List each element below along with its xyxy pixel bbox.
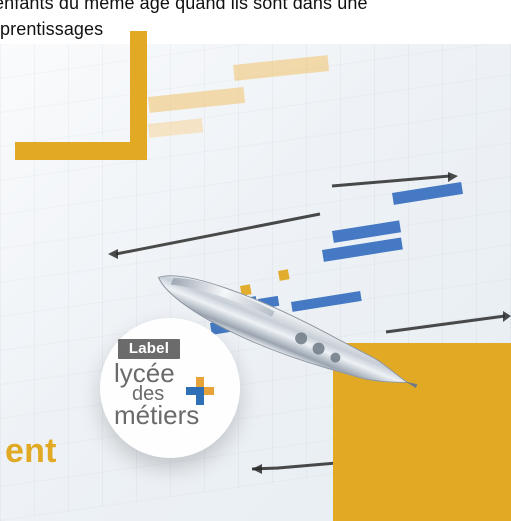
bottom-text: ent <box>5 432 57 470</box>
background-image: enfants du même âge quand ils sont dans … <box>0 0 511 521</box>
top-text-line-1: enfants du même âge quand ils sont dans … <box>0 0 368 13</box>
accent-bar-top-horizontal <box>15 142 147 160</box>
top-text-line-2: prentissages <box>0 19 104 39</box>
plus-icon <box>186 377 214 405</box>
badge-text: lycée des métiers <box>114 360 232 428</box>
top-text-banner: enfants du même âge quand ils sont dans … <box>0 0 511 44</box>
badge-label: Label <box>118 339 180 359</box>
page: enfants du même âge quand ils sont dans … <box>0 0 511 521</box>
badge-word-3: métiers <box>114 400 200 430</box>
accent-bar-top-vertical <box>130 31 147 160</box>
